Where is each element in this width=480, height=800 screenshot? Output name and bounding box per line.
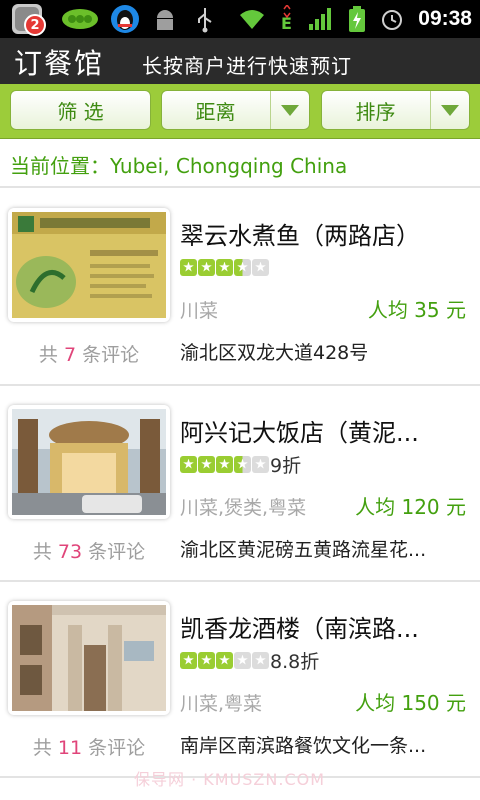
signal-bars-icon [309,8,332,30]
notification-badge: 2 [24,14,46,36]
divider [0,384,480,386]
distance-dropdown-label: 距离 [195,99,236,124]
restaurant-thumbnail [8,405,170,519]
page-title: 订餐馆 [14,47,105,80]
status-clock: 09:38 [418,7,472,30]
restaurant-name: 阿兴记大饭店（黄泥... [180,419,419,447]
average-price: 人均 150 元 [355,691,466,715]
usb-icon [190,4,220,34]
star-icon [180,455,197,473]
cuisine-type: 川菜,煲类,粤菜 [180,497,307,519]
star-icon [234,651,251,669]
rating-stars [180,651,269,669]
sort-dropdown-label: 排序 [355,99,396,124]
cuisine-type: 川菜 [180,300,219,322]
restaurant-address: 渝北区黄泥磅五黄路流星花... [180,539,427,561]
current-location: 当前位置：Yubei, Chongqing China [10,154,348,178]
app-notification-icon: 2 [12,4,46,36]
average-price: 人均 35 元 [367,298,466,322]
divider [0,580,480,582]
distance-dropdown[interactable]: 距离 [161,90,310,130]
watermark-text: 保导网 · KMUSZN.COM [134,770,326,789]
restaurant-item[interactable]: 共 11 条评论 凯香龙酒楼（南滨路... 8.8折 川菜,粤菜 人均 150 … [0,583,480,777]
status-bar-system: E 09:38 [238,0,472,38]
sort-dropdown[interactable]: 排序 [321,90,470,130]
restaurant-thumbnail [8,208,170,322]
discount-badge: 9折 [270,455,302,477]
filter-button[interactable]: 筛 选 [10,90,151,130]
chevron-down-icon [270,91,309,129]
restaurant-photo [12,605,166,711]
page-subtitle: 长按商户进行快速预订 [142,54,352,78]
divider [0,186,480,188]
restaurant-thumbnail [8,601,170,715]
star-icon [216,455,233,473]
star-icon [234,258,251,276]
review-count: 73 [57,541,83,563]
star-icon [252,455,269,473]
average-price: 人均 120 元 [355,495,466,519]
edge-signal-icon: E [281,5,292,33]
review-count-label: 共 7 条评论 [38,344,140,366]
alarm-icon [382,10,403,30]
restaurant-item[interactable]: 共 7 条评论 翠云水煮鱼（两路店） 川菜 人均 35 元 渝北区双龙大道428… [0,190,480,384]
android-debug-icon [150,4,180,34]
star-icon [198,455,215,473]
star-icon [180,651,197,669]
review-count: 7 [63,344,77,366]
cuisine-type: 川菜,粤菜 [180,693,263,715]
restaurant-photo [12,212,166,318]
status-bar: 2 E 09:38 [0,0,480,38]
star-icon [216,258,233,276]
qq-icon [110,4,140,34]
restaurant-photo [12,409,166,515]
pea-app-icon [60,4,98,34]
rating-stars [180,455,269,473]
restaurant-address: 南岸区南滨路餐饮文化一条... [180,735,427,757]
star-icon [252,651,269,669]
title-bar: 订餐馆 长按商户进行快速预订 [0,38,480,85]
filter-button-label: 筛 选 [57,99,104,124]
filter-bar: 筛 选 距离 排序 [0,84,480,139]
review-count: 11 [57,737,83,759]
star-icon [216,651,233,669]
chevron-down-icon [430,91,469,129]
star-icon [180,258,197,276]
rating-stars [180,258,269,276]
review-count-label: 共 73 条评论 [32,541,146,563]
star-icon [234,455,251,473]
restaurant-item[interactable]: 共 73 条评论 阿兴记大饭店（黄泥... 9折 川菜,煲类,粤菜 人均 120… [0,387,480,581]
wifi-icon [240,10,265,29]
review-count-label: 共 11 条评论 [32,737,146,759]
star-icon [198,258,215,276]
restaurant-address: 渝北区双龙大道428号 [180,342,369,364]
battery-charging-icon [349,6,366,32]
status-bar-notifications: 2 [12,2,220,36]
restaurant-name: 凯香龙酒楼（南滨路... [180,615,419,643]
restaurant-name: 翠云水煮鱼（两路店） [180,222,420,250]
star-icon [198,651,215,669]
star-icon [252,258,269,276]
discount-badge: 8.8折 [270,651,320,673]
